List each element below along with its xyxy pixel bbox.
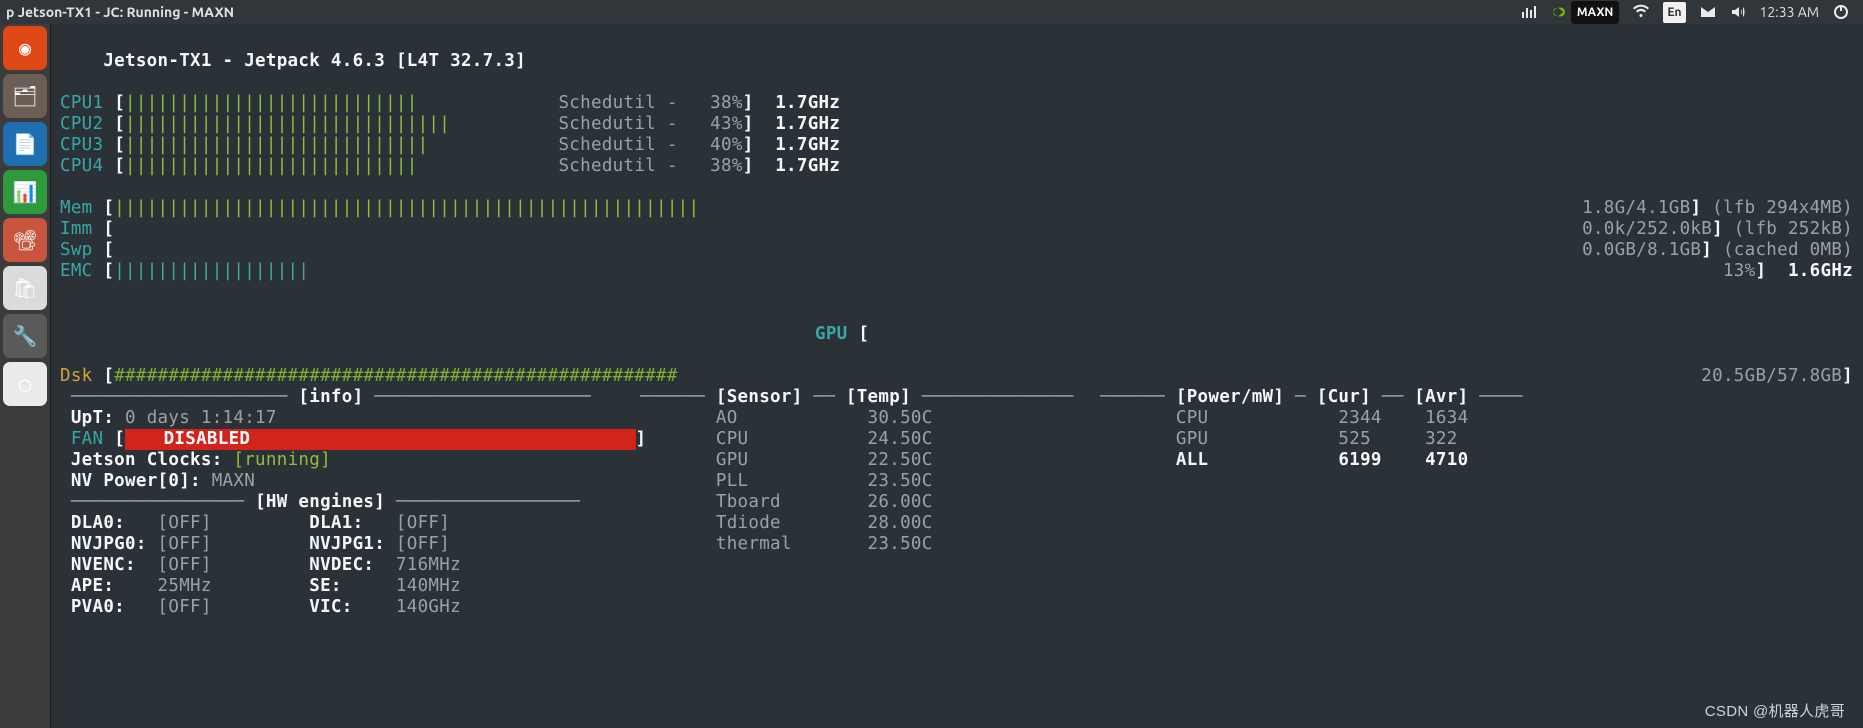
power-panel: ────── [Power/mW] ─ [Cur] ── [Avr] ──── … <box>1100 387 1853 618</box>
cpu-row: CPU4 [||||||||||||||||||||||||||| Schedu… <box>60 156 1853 177</box>
emc-row: EMC [||||||||||||||||||13%] 1.6GHz <box>60 261 1853 282</box>
hw-row: NVJPG0: [OFF] NVJPG1: [OFF] <box>60 534 640 555</box>
launcher-chromium[interactable]: ◯ <box>3 362 47 406</box>
window-title: p Jetson-TX1 - JC: Running - MAXN <box>0 2 234 23</box>
cpu-row: CPU2 [|||||||||||||||||||||||||||||| Sch… <box>60 114 1853 135</box>
hw-row: PVA0: [OFF] VIC: 140GHz <box>60 597 640 618</box>
hw-row: NVENC: [OFF] NVDEC: 716MHz <box>60 555 640 576</box>
launcher-ubuntu[interactable]: ◉ <box>3 26 47 70</box>
system-tray: MAXN En 12:33 AM <box>1521 1 1863 24</box>
clock[interactable]: 12:33 AM <box>1760 2 1820 23</box>
power-row: CPU 2344 1634 <box>1100 408 1853 429</box>
nvidia-mode[interactable]: MAXN <box>1551 1 1619 24</box>
cpu-row: CPU3 [|||||||||||||||||||||||||||| Sched… <box>60 135 1853 156</box>
launcher-writer[interactable]: 📄 <box>3 122 47 166</box>
gpu-row: GPU [ <box>60 303 1853 366</box>
power-icon[interactable] <box>1833 4 1849 20</box>
sensor-panel: ────── [Sensor] ── [Temp] ──────────────… <box>640 387 1100 618</box>
launcher: ◉🗂📄📊📽🛍🔧◯ <box>0 24 51 728</box>
wifi-icon[interactable] <box>1633 4 1649 20</box>
jetpack: Jetpack 4.6.3 <box>244 51 385 71</box>
sensor-row: Tdiode 28.00C <box>640 513 1100 534</box>
mail-icon[interactable] <box>1700 4 1716 20</box>
power-row: ALL 6199 4710 <box>1100 450 1853 471</box>
sensor-row: thermal 23.50C <box>640 534 1100 555</box>
info-panel: ──────────────────── [info] ────────────… <box>60 387 640 618</box>
fan-status: DISABLED <box>125 429 635 450</box>
cpu-block: CPU1 [||||||||||||||||||||||||||| Schedu… <box>60 93 1853 177</box>
host: Jetson-TX1 <box>103 51 211 71</box>
launcher-software[interactable]: 🛍 <box>3 266 47 310</box>
hw-row: APE: 25MHz SE: 140MHz <box>60 576 640 597</box>
fan-label: FAN <box>71 429 104 449</box>
sensor-row: CPU 24.50C <box>640 429 1100 450</box>
l4t: [L4T 32.7.3] <box>396 51 526 71</box>
terminal: Jetson-TX1 - Jetpack 4.6.3 [L4T 32.7.3] … <box>50 24 1863 728</box>
dsk-row: Dsk [###################################… <box>60 366 1853 387</box>
sensor-row: GPU 22.50C <box>640 450 1100 471</box>
sensor-row: PLL 23.50C <box>640 471 1100 492</box>
imm-row: Imm [0.0k/252.0kB] (lfb 252kB) <box>60 219 1853 240</box>
launcher-impress[interactable]: 📽 <box>3 218 47 262</box>
swp-row: Swp [0.0GB/8.1GB] (cached 0MB) <box>60 240 1853 261</box>
power-row: GPU 525 322 <box>1100 429 1853 450</box>
launcher-files[interactable]: 🗂 <box>3 74 47 118</box>
sensor-row: AO 30.50C <box>640 408 1100 429</box>
mem-row: Mem [|||||||||||||||||||||||||||||||||||… <box>60 198 1853 219</box>
launcher-settings[interactable]: 🔧 <box>3 314 47 358</box>
activity-icon[interactable] <box>1521 4 1537 20</box>
hw-row: DLA0: [OFF] DLA1: [OFF] <box>60 513 640 534</box>
sensor-row: Tboard 26.00C <box>640 492 1100 513</box>
launcher-calc[interactable]: 📊 <box>3 170 47 214</box>
volume-icon[interactable] <box>1730 4 1746 20</box>
top-panel: p Jetson-TX1 - JC: Running - MAXN MAXN E… <box>0 0 1863 24</box>
watermark: CSDN @机器人虎哥 <box>1705 701 1845 722</box>
cpu-row: CPU1 [||||||||||||||||||||||||||| Schedu… <box>60 93 1853 114</box>
lang-indicator[interactable]: En <box>1663 2 1685 23</box>
